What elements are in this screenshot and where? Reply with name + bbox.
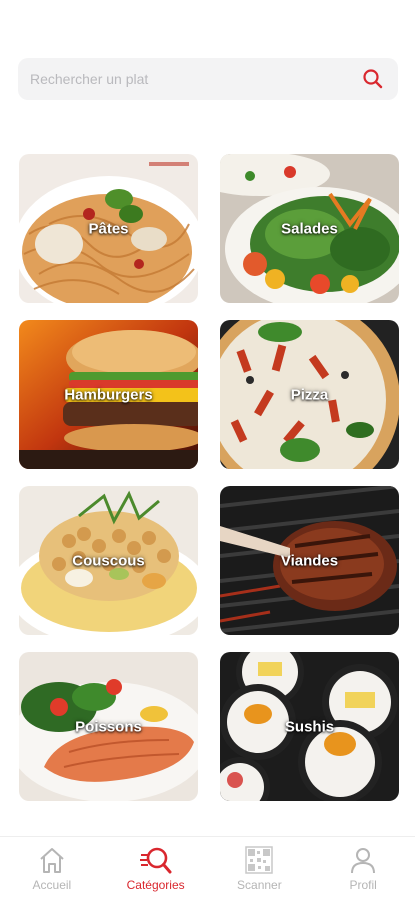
category-label: Pizza (290, 386, 329, 403)
tab-label: Scanner (237, 878, 282, 892)
search-input[interactable] (30, 71, 360, 87)
search-icon (139, 845, 173, 875)
category-label: Poissons (75, 718, 142, 735)
category-label: Salades (281, 220, 338, 237)
user-icon (348, 845, 378, 875)
tab-label: Catégories (126, 878, 185, 892)
category-grid: Pâtes Salades Hamburgers Pizza Couscous … (19, 154, 399, 801)
category-tile-salades[interactable]: Salades (220, 154, 399, 303)
category-tile-viandes[interactable]: Viandes (220, 486, 399, 635)
category-label: Couscous (72, 552, 145, 569)
tab-label: Profil (349, 878, 377, 892)
category-tile-hamburgers[interactable]: Hamburgers (19, 320, 198, 469)
tab-accueil[interactable]: Accueil (2, 845, 102, 892)
category-tile-poissons[interactable]: Poissons (19, 652, 198, 801)
search-bar[interactable] (18, 58, 398, 100)
tab-categories[interactable]: Catégories (106, 845, 206, 892)
tab-profil[interactable]: Profil (313, 845, 413, 892)
home-icon (37, 845, 67, 875)
category-label: Pâtes (88, 220, 129, 237)
tab-label: Accueil (32, 878, 72, 892)
bottom-tab-bar: Accueil Catégories Scanner Profil (0, 836, 415, 900)
qr-code-icon (245, 845, 274, 875)
category-tile-pizza[interactable]: Pizza (220, 320, 399, 469)
category-tile-sushis[interactable]: Sushis (220, 652, 399, 801)
category-tile-couscous[interactable]: Couscous (19, 486, 198, 635)
category-label: Hamburgers (64, 386, 153, 403)
search-icon[interactable] (360, 66, 386, 92)
category-tile-pates[interactable]: Pâtes (19, 154, 198, 303)
category-label: Viandes (280, 552, 339, 569)
category-label: Sushis (284, 718, 335, 735)
tab-scanner[interactable]: Scanner (209, 845, 309, 892)
